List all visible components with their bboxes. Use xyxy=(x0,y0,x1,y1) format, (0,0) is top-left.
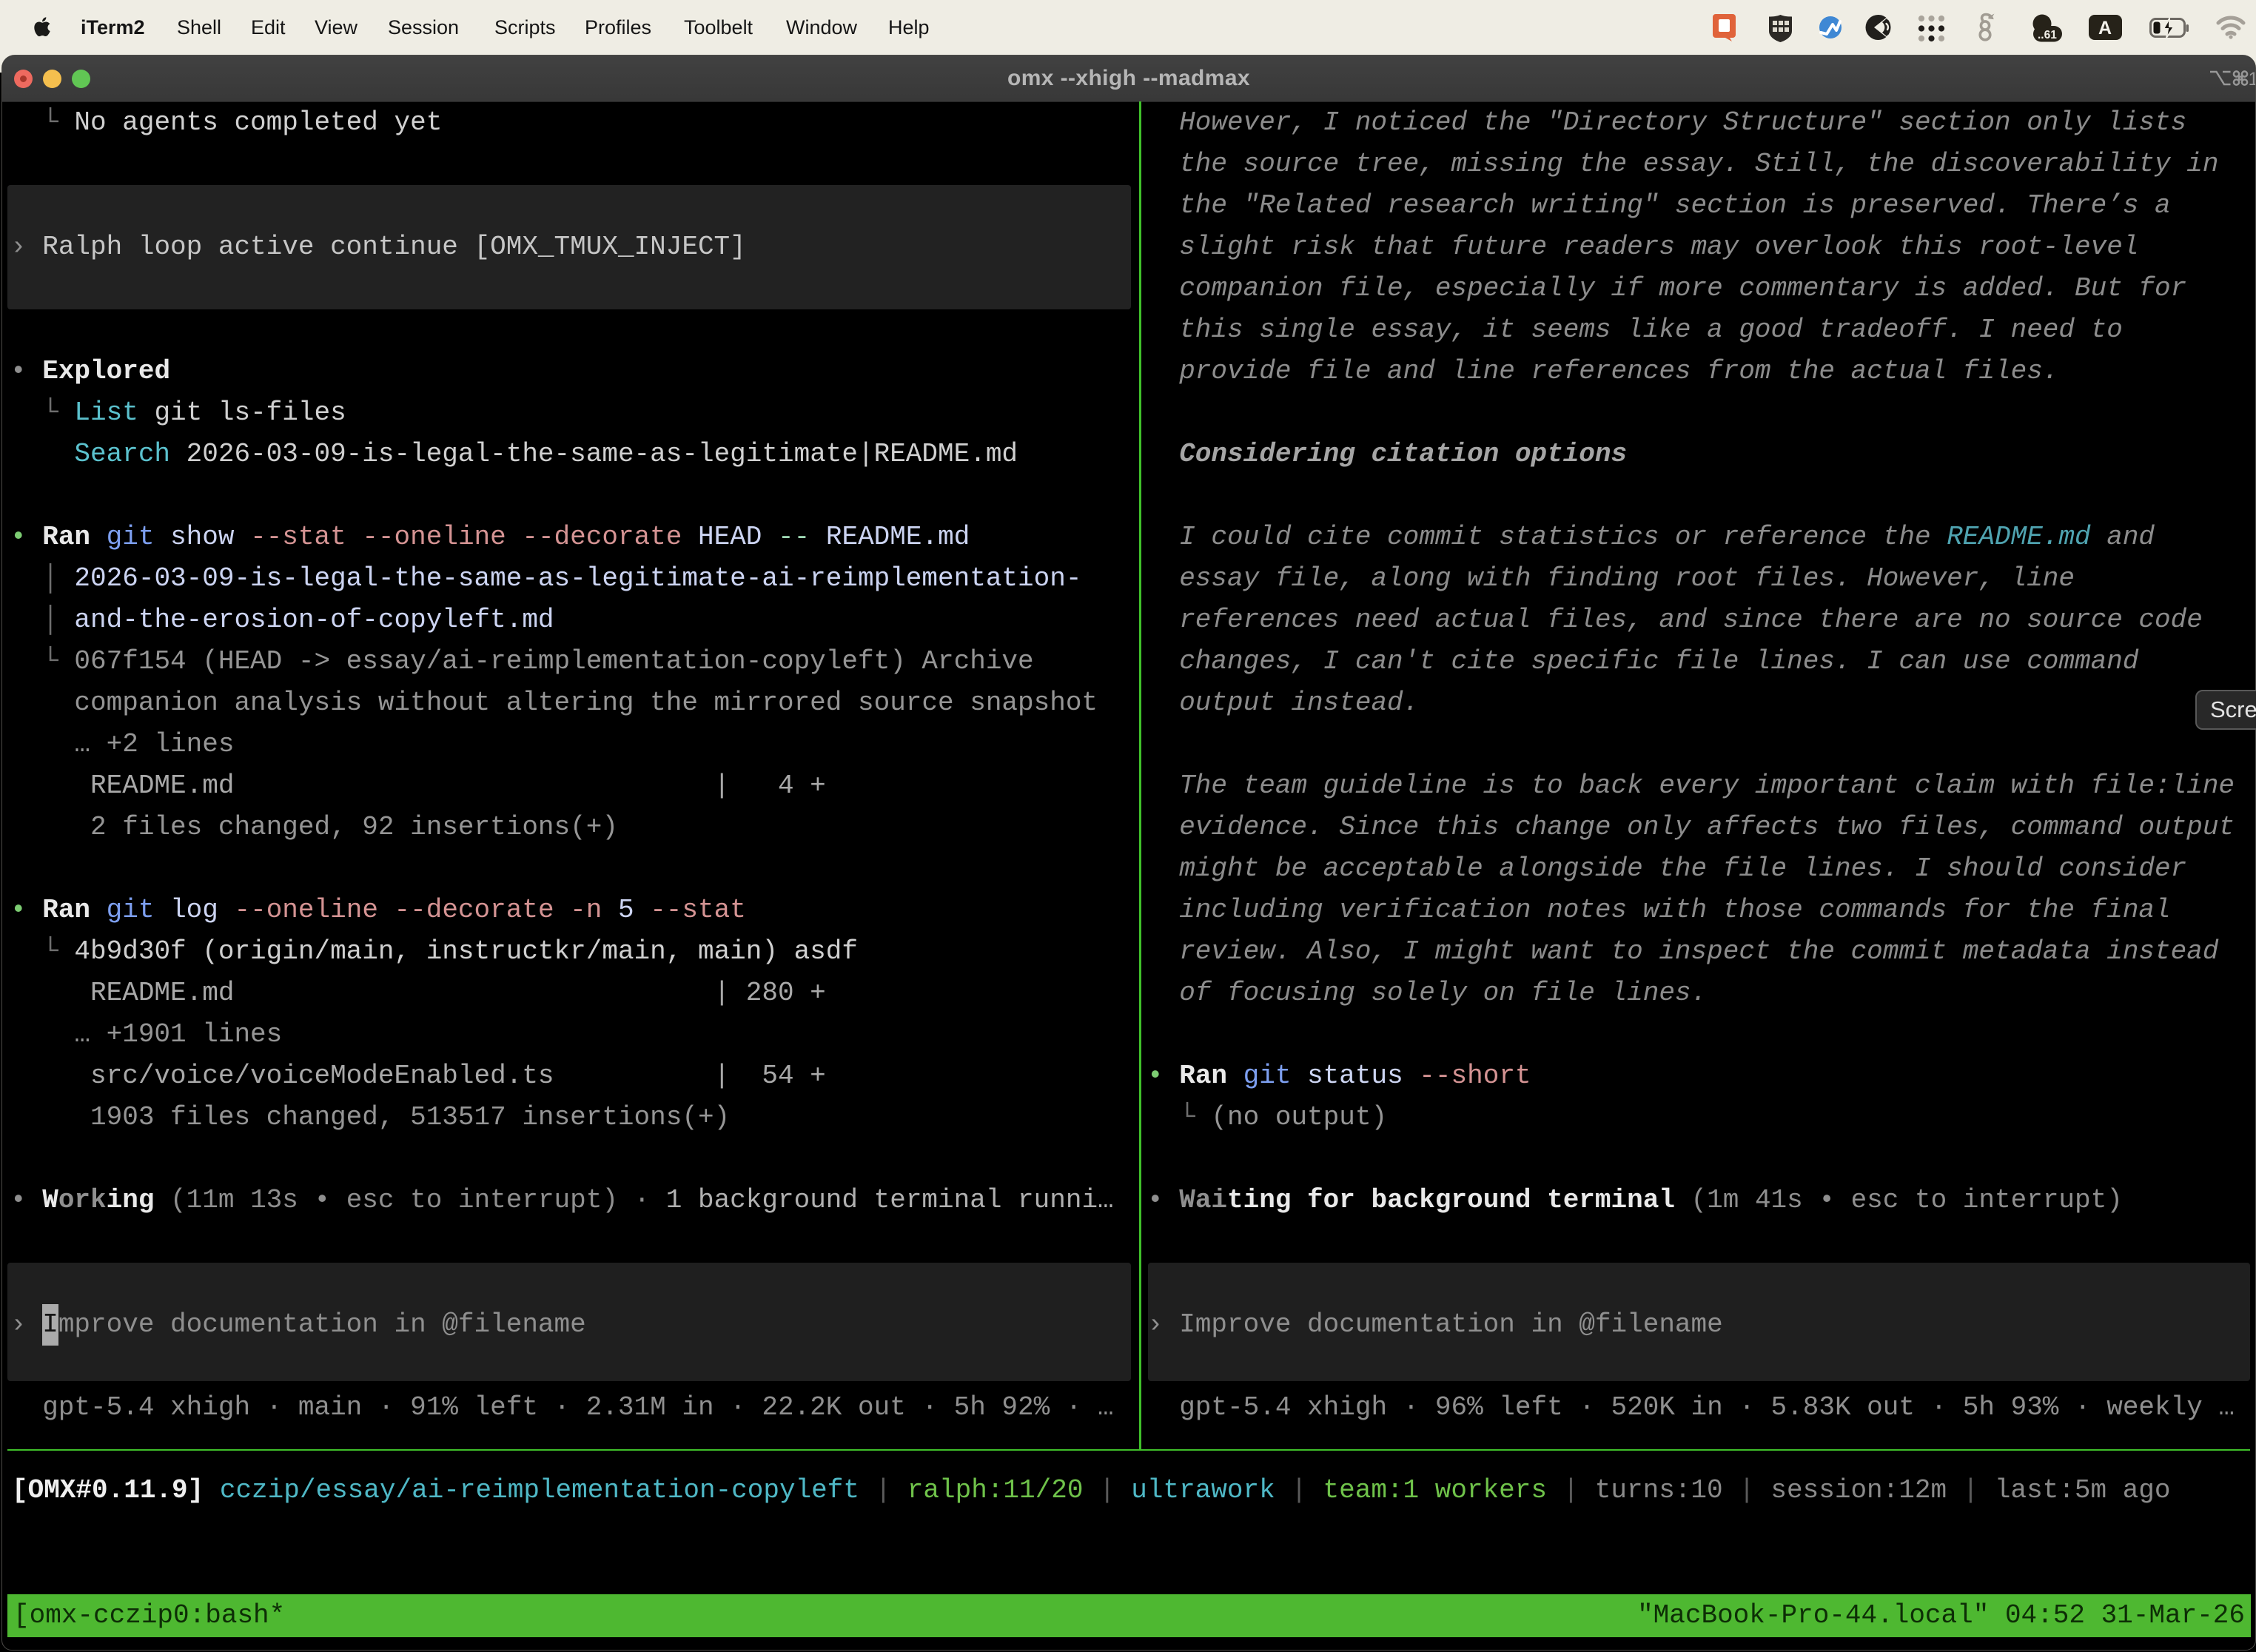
svg-text:1: 1 xyxy=(2249,69,2256,90)
svg-text:..61: ..61 xyxy=(2038,29,2057,41)
svg-text:A: A xyxy=(2098,18,2112,38)
